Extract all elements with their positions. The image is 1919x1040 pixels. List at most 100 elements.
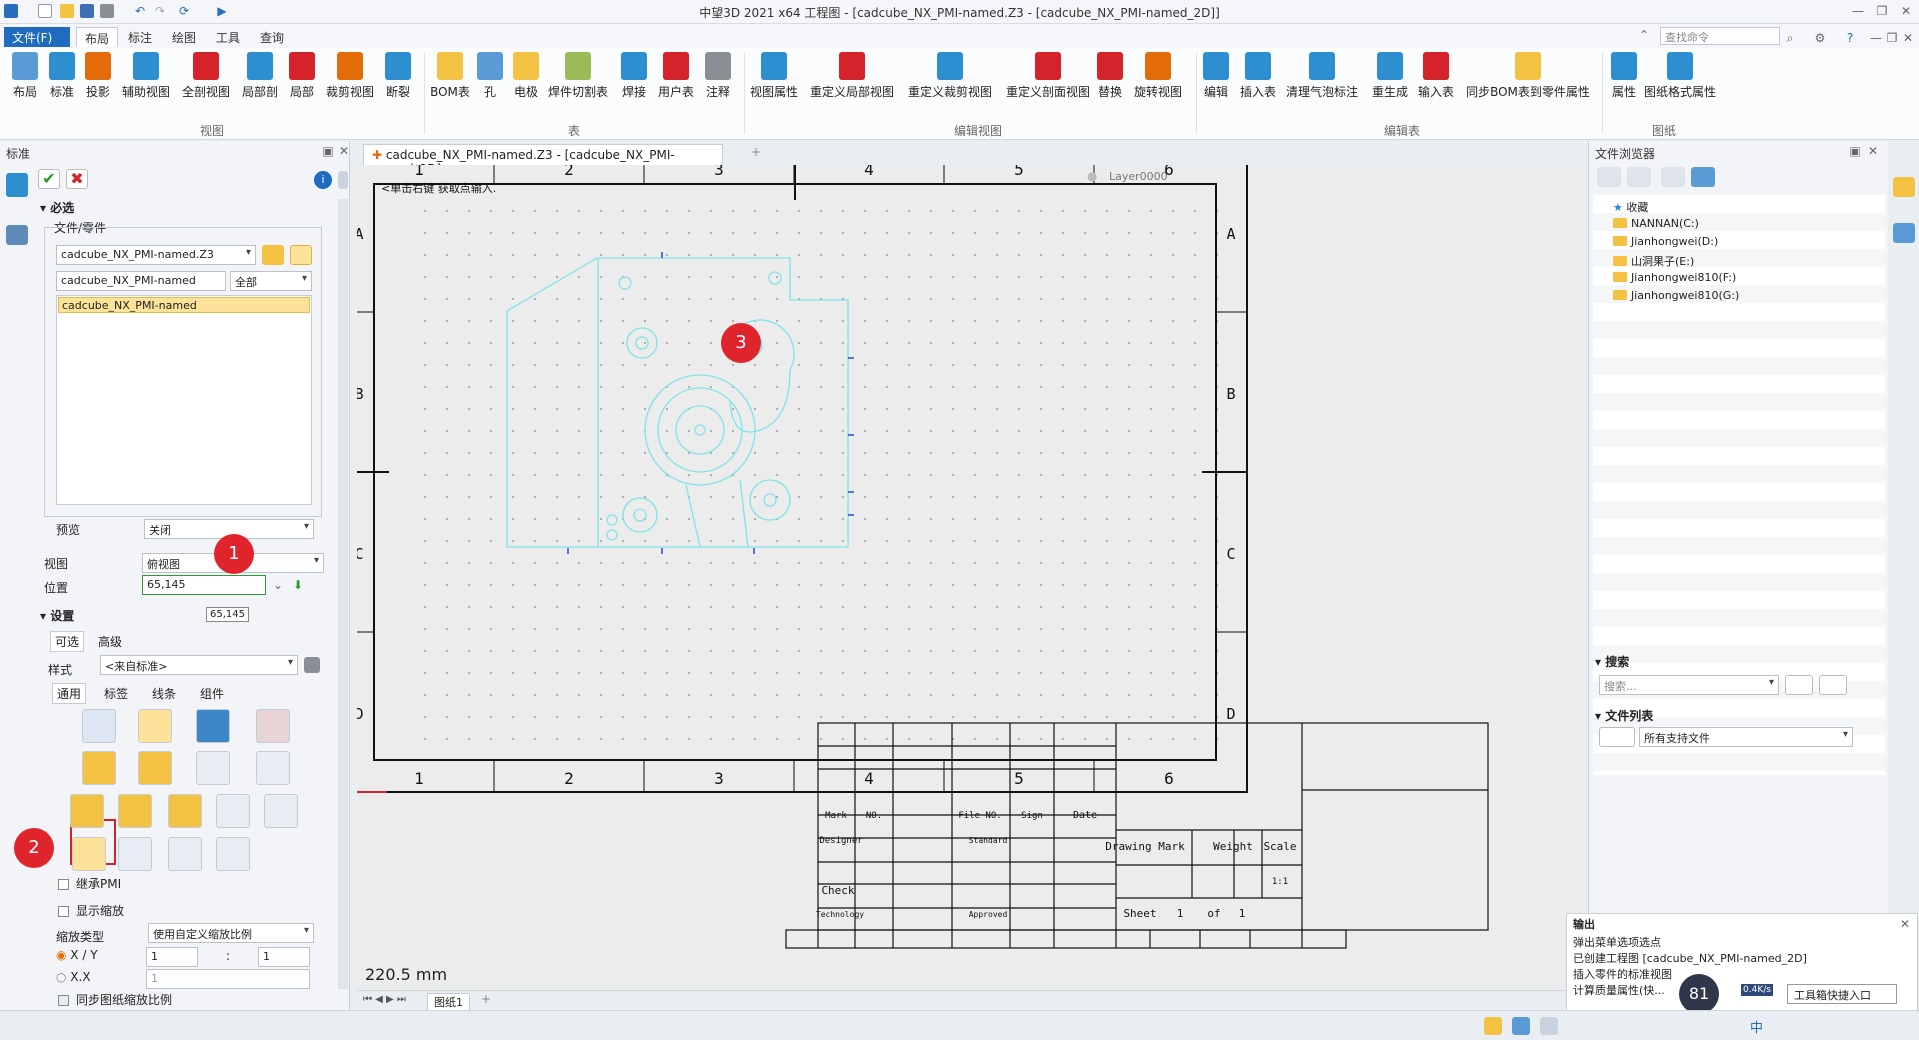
- style-combo[interactable]: <来自标准>: [100, 655, 298, 675]
- ime-indicator[interactable]: 中: [1750, 1017, 1763, 1036]
- display-option-icon[interactable]: [196, 709, 230, 743]
- ribbon-button[interactable]: 重定义局部视图: [807, 52, 898, 100]
- clear-search-icon[interactable]: [1819, 675, 1847, 695]
- tab-draw[interactable]: 绘图: [164, 27, 204, 47]
- xx-radio[interactable]: ○ X.X: [56, 970, 91, 984]
- subtab-general[interactable]: 通用: [52, 683, 87, 704]
- document-tab[interactable]: ✚ cadcube_NX_PMI-named.Z3 - [cadcube_NX_…: [363, 144, 723, 176]
- collapse-ribbon-icon[interactable]: ⌃: [1636, 27, 1652, 43]
- back-icon[interactable]: [1597, 167, 1621, 187]
- display-option-icon[interactable]: [138, 709, 172, 743]
- forward-icon[interactable]: [1627, 167, 1651, 187]
- ribbon-button[interactable]: 插入表: [1234, 52, 1282, 100]
- tab-advanced[interactable]: 高级: [98, 633, 122, 650]
- display-option-icon[interactable]: [264, 794, 298, 828]
- quick-entry-button[interactable]: 工具箱快捷入口: [1787, 984, 1897, 1004]
- display-option-icon[interactable]: [216, 837, 250, 871]
- display-option-icon[interactable]: [82, 709, 116, 743]
- restore-button[interactable]: ❐: [1874, 3, 1890, 19]
- dock-tool-icon[interactable]: [1893, 223, 1915, 243]
- part-view-icon[interactable]: [6, 173, 28, 197]
- ribbon-button[interactable]: 旋转视图: [1134, 52, 1182, 100]
- ribbon-button[interactable]: 用户表: [652, 52, 700, 100]
- ribbon-button[interactable]: 焊接: [610, 52, 658, 100]
- ribbon-button[interactable]: 重定义剖面视图: [1003, 52, 1094, 100]
- settings-section-header[interactable]: ▾ 设置: [40, 607, 74, 625]
- hide-icon[interactable]: [6, 225, 28, 245]
- file-menu[interactable]: 文件(F): [4, 27, 70, 47]
- ribbon-button[interactable]: 清理气泡标注: [1283, 52, 1361, 100]
- tree-drive-d[interactable]: Jianhongwei(D:): [1613, 235, 1718, 248]
- subtab-components[interactable]: 组件: [200, 685, 224, 702]
- ribbon-button[interactable]: 局部: [278, 52, 326, 100]
- tab-optional[interactable]: 可选: [50, 631, 85, 652]
- minimize-button[interactable]: —: [1850, 3, 1866, 19]
- sheet-tab[interactable]: 图纸1: [427, 993, 470, 1011]
- tab-layout[interactable]: 布局: [76, 27, 119, 47]
- close-button[interactable]: ✕: [1898, 3, 1914, 19]
- ribbon-button[interactable]: 电极: [502, 52, 550, 100]
- status-view-icon[interactable]: [1484, 1017, 1502, 1035]
- cancel-button[interactable]: ✖: [66, 169, 88, 189]
- layer-bulb-icon[interactable]: ●: [1087, 169, 1097, 183]
- drawing-canvas[interactable]: 1 1 2 2 3 3 4 4 5 5 6 6 A A B B C C D D Mark NO. File NO. Sign D…: [357, 165, 1580, 990]
- display-option-icon[interactable]: [70, 794, 104, 828]
- file-search-icon[interactable]: [1785, 675, 1813, 695]
- ribbon-button[interactable]: 辅助视图: [122, 52, 170, 100]
- required-section-header[interactable]: ▾ 必选: [40, 199, 74, 217]
- tree-drive-f[interactable]: Jianhongwei810(F:): [1613, 271, 1736, 284]
- ribbon-button[interactable]: 编辑: [1192, 52, 1240, 100]
- scale-xx-field[interactable]: 1: [146, 969, 310, 989]
- part-list[interactable]: [56, 295, 312, 505]
- file-list-section-header[interactable]: ▾ 文件列表: [1595, 707, 1653, 725]
- part-list-item[interactable]: cadcube_NX_PMI-named: [58, 297, 310, 313]
- help-arrow-icon[interactable]: [338, 171, 348, 189]
- display-option-icon[interactable]: [72, 837, 106, 871]
- up-folder-icon[interactable]: [1661, 167, 1685, 187]
- status-window-icon[interactable]: [1540, 1017, 1558, 1035]
- ribbon-button[interactable]: 重定义裁剪视图: [905, 52, 996, 100]
- file-filter-combo[interactable]: 所有支持文件: [1639, 727, 1853, 747]
- info-icon[interactable]: i: [314, 171, 332, 189]
- ribbon-button[interactable]: 焊件切割表: [546, 52, 611, 100]
- refresh-icon[interactable]: [1691, 167, 1715, 187]
- tab-query[interactable]: 查询: [252, 27, 292, 47]
- display-option-icon[interactable]: [216, 794, 250, 828]
- ribbon-button[interactable]: 图纸格式属性: [1641, 52, 1719, 100]
- scale-x-field[interactable]: 1: [146, 947, 198, 967]
- ribbon-button[interactable]: 断裂: [374, 52, 422, 100]
- mini-restore-button[interactable]: ❐: [1884, 30, 1900, 46]
- display-option-icon[interactable]: [82, 751, 116, 785]
- display-option-icon[interactable]: [118, 837, 152, 871]
- save-style-icon[interactable]: [304, 657, 320, 673]
- sync-scale-checkbox[interactable]: [58, 995, 69, 1006]
- display-option-icon[interactable]: [168, 794, 202, 828]
- layer-combo[interactable]: Layer0000: [1109, 170, 1168, 183]
- view-mode-icon[interactable]: [1599, 727, 1635, 747]
- browser-pin-icon[interactable]: ▣: [1847, 143, 1863, 159]
- tree-drive-c[interactable]: NANNAN(C:): [1613, 217, 1699, 230]
- tree-favorites[interactable]: ★ 收藏: [1613, 199, 1648, 215]
- panel-pin-icon[interactable]: ▣: [320, 143, 336, 159]
- ribbon-button[interactable]: 裁剪视图: [326, 52, 374, 100]
- panel-close-icon[interactable]: ✕: [336, 143, 352, 159]
- ribbon-button[interactable]: 局部剖: [236, 52, 284, 100]
- ok-button[interactable]: ✔: [38, 169, 60, 189]
- dock-folder-icon[interactable]: [1893, 177, 1915, 197]
- tree-drive-g[interactable]: Jianhongwei810(G:): [1613, 289, 1739, 302]
- open-file-icon[interactable]: [262, 245, 284, 265]
- ribbon-button[interactable]: 重生成: [1366, 52, 1414, 100]
- file-combo[interactable]: cadcube_NX_PMI-named.Z3: [56, 245, 256, 265]
- display-option-icon[interactable]: [256, 751, 290, 785]
- add-sheet-icon[interactable]: +: [481, 992, 491, 1006]
- search-section-header[interactable]: ▾ 搜索: [1595, 653, 1629, 671]
- display-option-icon[interactable]: [196, 751, 230, 785]
- status-screen-icon[interactable]: [1512, 1017, 1530, 1035]
- xy-radio[interactable]: ◉ X / Y: [56, 948, 98, 962]
- subtab-labels[interactable]: 标签: [104, 685, 128, 702]
- ribbon-button[interactable]: 注释: [694, 52, 742, 100]
- ribbon-button[interactable]: 视图属性: [750, 52, 798, 100]
- output-close-icon[interactable]: ✕: [1897, 916, 1913, 932]
- ribbon-button[interactable]: 全剖视图: [182, 52, 230, 100]
- browse-search-icon[interactable]: [290, 245, 312, 265]
